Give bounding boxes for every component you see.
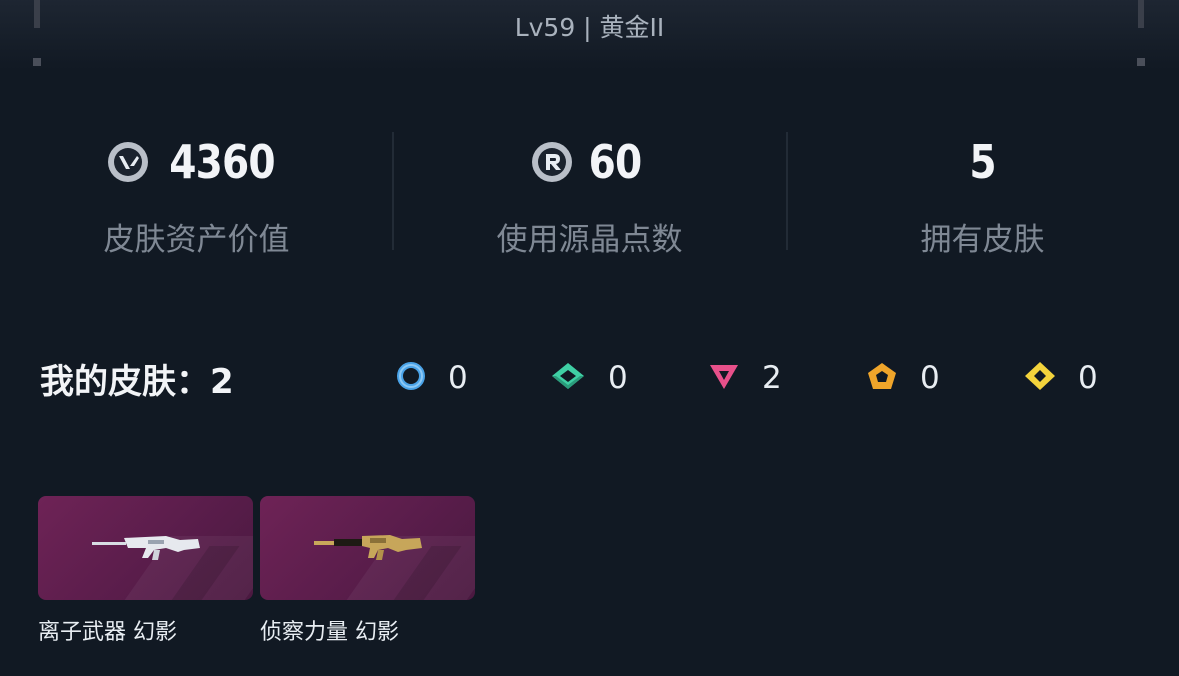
skin-value-label: 皮肤资产价值 bbox=[103, 222, 290, 258]
player-level-rank: Lv59 | 黄金II bbox=[514, 13, 665, 42]
my-skins-title: 我的皮肤：2 bbox=[40, 354, 234, 403]
skin-card-name: 离子武器 幻影 bbox=[38, 620, 177, 645]
stat-radianite-used: 60 使用源晶点数 bbox=[393, 130, 786, 259]
radianite-used-number: 60 bbox=[589, 135, 643, 189]
recon-phantom-image bbox=[260, 496, 475, 600]
stat-owned-skins: 5 拥有皮肤 bbox=[786, 130, 1179, 259]
select-tier-icon bbox=[396, 361, 426, 395]
my-skins-title-text: 我的皮肤： bbox=[40, 362, 210, 402]
corner-dot-right bbox=[1137, 58, 1145, 66]
skin-card[interactable]: 侦察力量 幻影 bbox=[260, 496, 475, 646]
radianite-used-label: 使用源晶点数 bbox=[496, 222, 683, 258]
deluxe-tier-icon bbox=[550, 361, 586, 395]
ultra-tier-count: 0 bbox=[1078, 360, 1098, 396]
premium-tier-count: 2 bbox=[762, 360, 782, 396]
exclusive-tier-count: 0 bbox=[920, 360, 940, 396]
deluxe-tier-count: 0 bbox=[608, 360, 628, 396]
tier-exclusive: 0 bbox=[866, 358, 940, 398]
select-tier-count: 0 bbox=[448, 360, 468, 396]
premium-tier-icon bbox=[708, 361, 740, 395]
owned-skins-label: 拥有皮肤 bbox=[920, 222, 1045, 258]
exclusive-tier-icon bbox=[866, 361, 898, 395]
skin-value-number: 4360 bbox=[169, 135, 276, 189]
ultra-tier-icon bbox=[1024, 361, 1056, 395]
ion-phantom-image bbox=[38, 496, 253, 600]
stats-panel: 4360 皮肤资产价值 60 使用源晶点数 5 拥有皮肤 bbox=[0, 130, 1179, 258]
tier-ultra: 0 bbox=[1024, 358, 1098, 398]
tier-deluxe: 0 bbox=[550, 358, 628, 398]
tier-select: 0 bbox=[396, 358, 468, 398]
corner-dot-left bbox=[33, 58, 41, 66]
my-skins-count: 2 bbox=[210, 362, 234, 402]
tier-premium: 2 bbox=[708, 358, 782, 398]
radianite-points-icon bbox=[532, 142, 573, 182]
skin-card-name: 侦察力量 幻影 bbox=[260, 620, 399, 645]
valorant-points-icon bbox=[108, 142, 149, 182]
stat-skin-value: 4360 皮肤资产价值 bbox=[0, 130, 393, 259]
owned-skins-number: 5 bbox=[969, 135, 996, 189]
my-skins-summary: 我的皮肤：2 0 0 2 0 0 bbox=[0, 352, 1179, 402]
skin-card[interactable]: 离子武器 幻影 bbox=[38, 496, 253, 646]
